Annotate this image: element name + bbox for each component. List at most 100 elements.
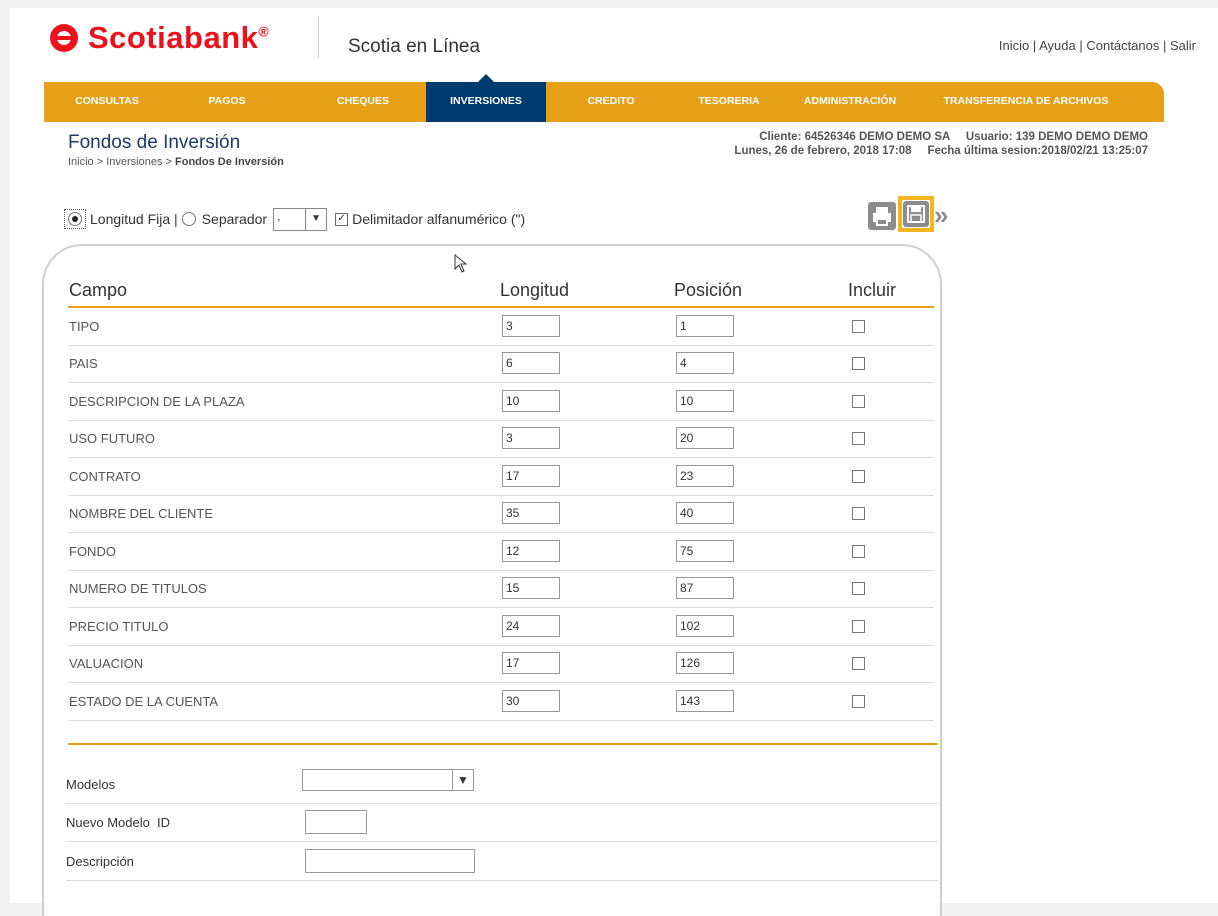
chevron-down-icon: ▼ (452, 770, 473, 790)
scotiabank-logo[interactable]: Scotiabank® (50, 20, 269, 56)
nav-pagos[interactable]: PAGOS (178, 82, 276, 122)
posicion-input[interactable]: 1 (676, 315, 734, 337)
nuevo-modelo-row: Nuevo Modelo ID (66, 803, 938, 842)
incluir-checkbox[interactable] (852, 620, 865, 633)
link-inicio[interactable]: Inicio (999, 38, 1029, 53)
separator-radio[interactable] (181, 212, 196, 226)
table-row: PAIS 6 4 (68, 345, 934, 383)
incluir-checkbox[interactable] (852, 357, 865, 370)
nav-transferencia-archivos[interactable]: TRANSFERENCIA DE ARCHIVOS (924, 82, 1128, 122)
longitud-input[interactable]: 15 (502, 577, 560, 599)
field-name: DESCRIPCION DE LA PLAZA (69, 394, 245, 409)
save-icon (903, 201, 929, 227)
posicion-input[interactable]: 126 (676, 652, 734, 674)
posicion-input[interactable]: 143 (676, 690, 734, 712)
longitud-input[interactable]: 35 (502, 502, 560, 524)
longitud-input[interactable]: 17 (502, 465, 560, 487)
field-name: USO FUTURO (69, 431, 155, 446)
field-name: NUMERO DE TITULOS (69, 581, 207, 596)
posicion-input[interactable]: 23 (676, 465, 734, 487)
field-name: PAIS (69, 356, 98, 371)
nav-inversiones[interactable]: INVERSIONES (426, 74, 546, 122)
modelos-row: Modelos ▼ (66, 765, 938, 804)
field-name: VALUACION (69, 656, 144, 671)
descripcion-row: Descripción (66, 842, 938, 881)
descripcion-input[interactable] (305, 849, 475, 873)
longitud-input[interactable]: 24 (502, 615, 560, 637)
table-row: FONDO 12 75 (68, 533, 934, 571)
delimiter-checkbox[interactable]: ✓ (335, 212, 349, 226)
incluir-checkbox[interactable] (852, 695, 865, 708)
page: Scotiabank® Scotia en Línea Inicio | Ayu… (10, 8, 1218, 916)
grid-header: Campo Longitud Posición Incluir (68, 280, 934, 308)
link-salir[interactable]: Salir (1170, 38, 1196, 53)
mouse-pointer-icon (454, 254, 468, 273)
field-name: PRECIO TITULO (69, 619, 169, 634)
longitud-input[interactable]: 6 (502, 352, 560, 374)
fixed-length-radio[interactable] (68, 212, 82, 226)
posicion-input[interactable]: 75 (676, 540, 734, 562)
posicion-input[interactable]: 20 (676, 427, 734, 449)
incluir-checkbox[interactable] (852, 432, 865, 445)
separator-select[interactable]: , ▼ (273, 207, 328, 231)
incluir-checkbox[interactable] (852, 507, 865, 520)
top-links: Inicio | Ayuda | Contáctanos | Salir (998, 38, 1196, 53)
longitud-input[interactable]: 12 (502, 540, 560, 562)
incluir-checkbox[interactable] (852, 470, 865, 483)
incluir-checkbox[interactable] (852, 320, 865, 333)
link-ayuda[interactable]: Ayuda (1039, 38, 1076, 53)
fixed-length-radio-wrap[interactable] (64, 209, 86, 229)
field-name: CONTRATO (69, 469, 141, 484)
modelos-select[interactable]: ▼ (302, 769, 474, 791)
toolbar: » (868, 196, 958, 232)
posicion-input[interactable]: 40 (676, 502, 734, 524)
save-icon-graphic (907, 205, 925, 223)
longitud-input[interactable]: 17 (502, 652, 560, 674)
nav-credito[interactable]: CREDITO (564, 82, 658, 122)
save-button[interactable] (898, 196, 934, 232)
field-name: ESTADO DE LA CUENTA (69, 694, 219, 709)
breadcrumb: Inicio > Inversiones > Fondos De Inversi… (68, 156, 284, 168)
posicion-input[interactable]: 4 (676, 352, 734, 374)
separator-label: Separador (201, 211, 268, 227)
print-icon[interactable] (868, 202, 896, 230)
next-icon[interactable]: » (934, 202, 958, 230)
chevron-down-icon: ▼ (305, 208, 326, 230)
breadcrumb-path[interactable]: Inicio > Inversiones > (68, 156, 175, 168)
posicion-input[interactable]: 102 (676, 615, 734, 637)
nav-consultas[interactable]: CONSULTAS (58, 82, 156, 122)
nuevo-modelo-id-input[interactable] (305, 810, 367, 834)
nav-tesoreria[interactable]: TESORERIA (674, 82, 784, 122)
posicion-input[interactable]: 87 (676, 577, 734, 599)
header-incluir: Incluir (848, 280, 897, 300)
descripcion-label: Descripción (66, 854, 134, 869)
table-row: DESCRIPCION DE LA PLAZA 10 10 (68, 383, 934, 421)
nav-cheques[interactable]: CHEQUES (300, 82, 426, 122)
header-posicion: Posición (674, 280, 743, 300)
posicion-input[interactable]: 10 (676, 390, 734, 412)
incluir-checkbox[interactable] (852, 582, 865, 595)
field-name: NOMBRE DEL CLIENTE (69, 506, 213, 521)
longitud-input[interactable]: 3 (502, 427, 560, 449)
header-divider (318, 16, 319, 58)
header-longitud: Longitud (500, 280, 570, 300)
incluir-checkbox[interactable] (852, 545, 865, 558)
table-row: NUMERO DE TITULOS 15 87 (68, 570, 934, 608)
app-title: Scotia en Línea (348, 36, 481, 57)
client-info: Cliente: 64526346 DEMO DEMO SA Usuario: … (650, 130, 1148, 158)
header-campo: Campo (69, 280, 128, 300)
link-contactanos[interactable]: Contáctanos (1086, 38, 1159, 53)
incluir-checkbox[interactable] (852, 657, 865, 670)
table-row: CONTRATO 17 23 (68, 458, 934, 496)
longitud-input[interactable]: 10 (502, 390, 560, 412)
longitud-input[interactable]: 30 (502, 690, 560, 712)
nav-administracion[interactable]: ADMINISTRACIÓN (794, 82, 906, 122)
incluir-checkbox[interactable] (852, 395, 865, 408)
longitud-input[interactable]: 3 (502, 315, 560, 337)
table-row: TIPO 3 1 (68, 308, 934, 346)
scotiabank-logo-icon (50, 24, 78, 52)
table-row: USO FUTURO 3 20 (68, 420, 934, 458)
client-info-line2: Lunes, 26 de febrero, 2018 17:08 Fecha ú… (734, 145, 1148, 157)
format-options: Longitud Fija | Separador , ▼ ✓ Delimita… (64, 207, 525, 231)
brand-name: Scotiabank® (88, 20, 270, 55)
